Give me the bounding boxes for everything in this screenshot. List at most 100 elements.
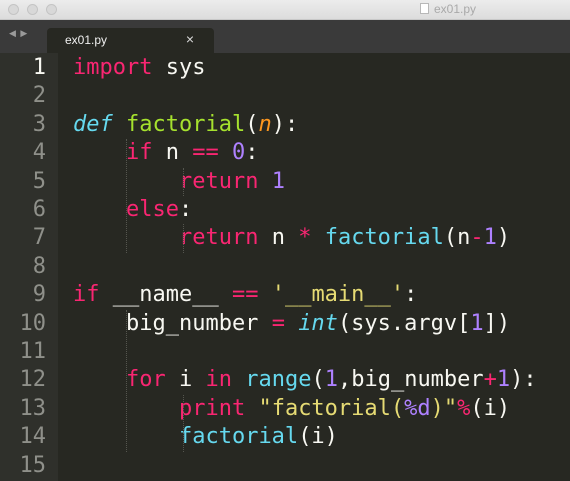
code-token: 1 — [271, 168, 285, 194]
code-token: for — [125, 367, 166, 393]
code-line[interactable]: 14 factorial(i) — [0, 423, 570, 451]
code-line[interactable]: 11 — [0, 338, 570, 366]
line-number: 15 — [19, 452, 47, 478]
code-token: = — [271, 310, 285, 336]
code-token: 1 — [324, 367, 338, 393]
code-line[interactable]: 5 return 1 — [0, 168, 570, 196]
code-line[interactable]: 2 — [0, 82, 570, 110]
tab-ex01-py[interactable]: ex01.py × — [47, 28, 214, 53]
code-token: ,big_number — [337, 367, 484, 393]
code-token: factorial — [178, 424, 299, 450]
code-text: import sys — [73, 54, 205, 82]
code-token: range — [245, 367, 312, 393]
code-text: if __name__ == '__main__': — [73, 281, 417, 309]
code-token: if — [125, 140, 153, 166]
code-line[interactable]: 12 for i in range(1,big_number+1): — [0, 366, 570, 394]
code-token: ( — [245, 111, 259, 137]
minimize-window-button[interactable] — [27, 4, 38, 15]
code-token: n — [152, 140, 193, 166]
indent-guide — [183, 224, 184, 253]
code-token: return — [178, 168, 259, 194]
code-token: ): — [510, 367, 537, 393]
code-token: : — [245, 140, 259, 166]
code-text: big_number = int(sys.argv[1]) — [73, 310, 510, 338]
tab-bar: ◀ ▶ ex01.py × — [0, 20, 570, 53]
tab-nav-arrows-icon[interactable]: ◀ ▶ — [9, 28, 28, 39]
code-line[interactable]: 9 if __name__ == '__main__': — [0, 281, 570, 309]
code-token: % — [457, 395, 471, 421]
code-token: (sys.argv[ — [337, 310, 471, 336]
tab-close-icon[interactable]: × — [186, 31, 194, 47]
close-window-button[interactable] — [8, 4, 19, 15]
line-number: 14 — [19, 424, 47, 450]
code-token: %d — [404, 395, 431, 421]
code-line[interactable]: 6 else: — [0, 196, 570, 224]
code-token: ]) — [483, 310, 511, 336]
code-token: (i) — [298, 424, 338, 450]
tab-label: ex01.py — [65, 33, 108, 47]
code-token: print — [178, 395, 246, 421]
code-token: '__main__' — [271, 282, 405, 308]
code-text: else: — [73, 196, 192, 224]
code-token: (n — [443, 225, 471, 251]
code-token: 1 — [483, 225, 497, 251]
code-line[interactable]: 1 import sys — [0, 54, 570, 82]
code-token: sys — [152, 55, 206, 80]
code-token: int — [298, 310, 338, 336]
code-token: * — [298, 225, 312, 251]
line-number: 12 — [19, 367, 47, 393]
zoom-window-button[interactable] — [46, 4, 57, 15]
line-number: 2 — [32, 83, 46, 109]
indent-guide — [183, 394, 184, 452]
code-token: big_number — [73, 310, 272, 336]
code-text: if n == 0: — [73, 139, 259, 167]
code-token: n — [258, 111, 272, 137]
indent-guide — [126, 309, 127, 452]
line-number: 4 — [32, 140, 46, 166]
code-token: else — [125, 197, 179, 222]
window-title-text: ex01.py — [434, 2, 477, 16]
code-token: 0 — [231, 140, 246, 166]
window-title: ex01.py — [420, 2, 476, 16]
code-token: : — [178, 197, 193, 222]
code-text: return 1 — [73, 168, 285, 196]
code-token: i — [165, 367, 206, 393]
code-line[interactable]: 10 big_number = int(sys.argv[1]) — [0, 310, 570, 338]
code-line[interactable]: 8 — [0, 253, 570, 281]
code-token: ( — [311, 367, 325, 393]
code-text: for i in range(1,big_number+1): — [73, 366, 537, 394]
line-number: 13 — [19, 395, 47, 421]
code-editor[interactable]: 1 import sys 2 3 def factorial(n): 4 if n == … — [0, 53, 570, 481]
code-token: + — [483, 367, 497, 393]
code-token: - — [470, 225, 484, 251]
code-token: import — [73, 55, 153, 80]
indent-guide — [183, 167, 184, 196]
code-text: print "factorial(%d)"%(i) — [73, 395, 510, 423]
code-text: def factorial(n): — [73, 111, 298, 139]
code-token: : — [404, 282, 418, 308]
code-token: factorial — [324, 225, 444, 251]
code-line[interactable]: 7 return n * factorial(n-1) — [0, 224, 570, 252]
code-line[interactable]: 3 def factorial(n): — [0, 111, 570, 139]
code-line[interactable]: 13 print "factorial(%d)"%(i) — [0, 395, 570, 423]
code-token: )" — [430, 395, 458, 421]
code-text: factorial(i) — [73, 423, 338, 451]
code-line[interactable]: 4 if n == 0: — [0, 139, 570, 167]
code-token: ): — [271, 111, 299, 137]
code-line[interactable]: 15 — [0, 452, 570, 480]
line-number: 1 — [32, 55, 46, 80]
line-number: 3 — [32, 111, 46, 137]
line-number: 7 — [32, 225, 46, 251]
code-token: (i) — [470, 395, 511, 421]
document-icon — [420, 3, 429, 14]
code-token: == — [231, 282, 259, 308]
